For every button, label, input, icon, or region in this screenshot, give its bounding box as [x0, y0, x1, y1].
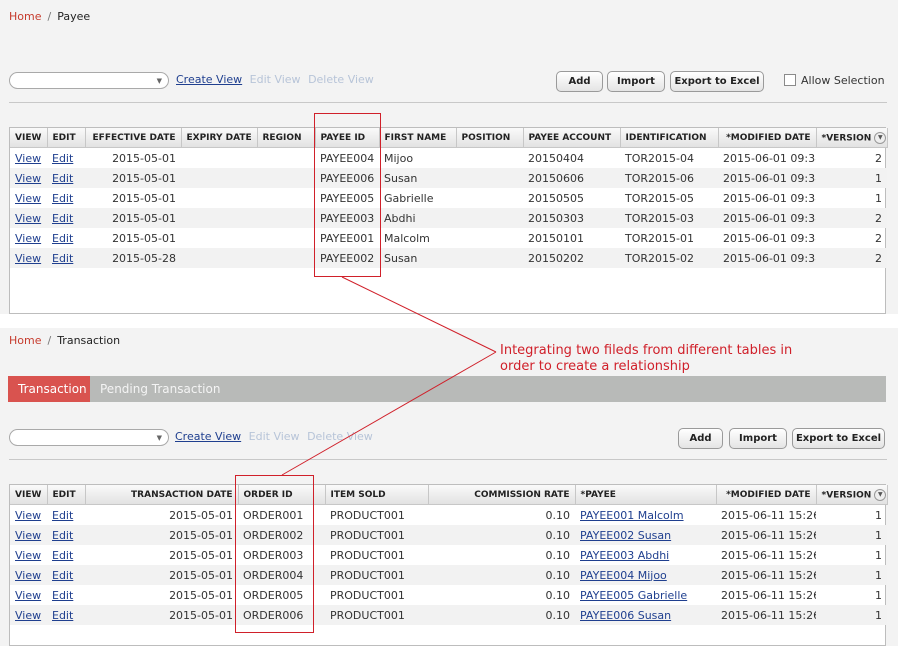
annotation-line-2: order to create a relationship: [500, 359, 690, 374]
annotation-line-1: Integrating two fileds from different ta…: [500, 343, 793, 358]
connector-line-order: [281, 351, 497, 476]
annotation-text: Integrating two fileds from different ta…: [500, 343, 800, 375]
connector-line-payee: [341, 276, 497, 353]
annotation-connector: [281, 276, 497, 476]
